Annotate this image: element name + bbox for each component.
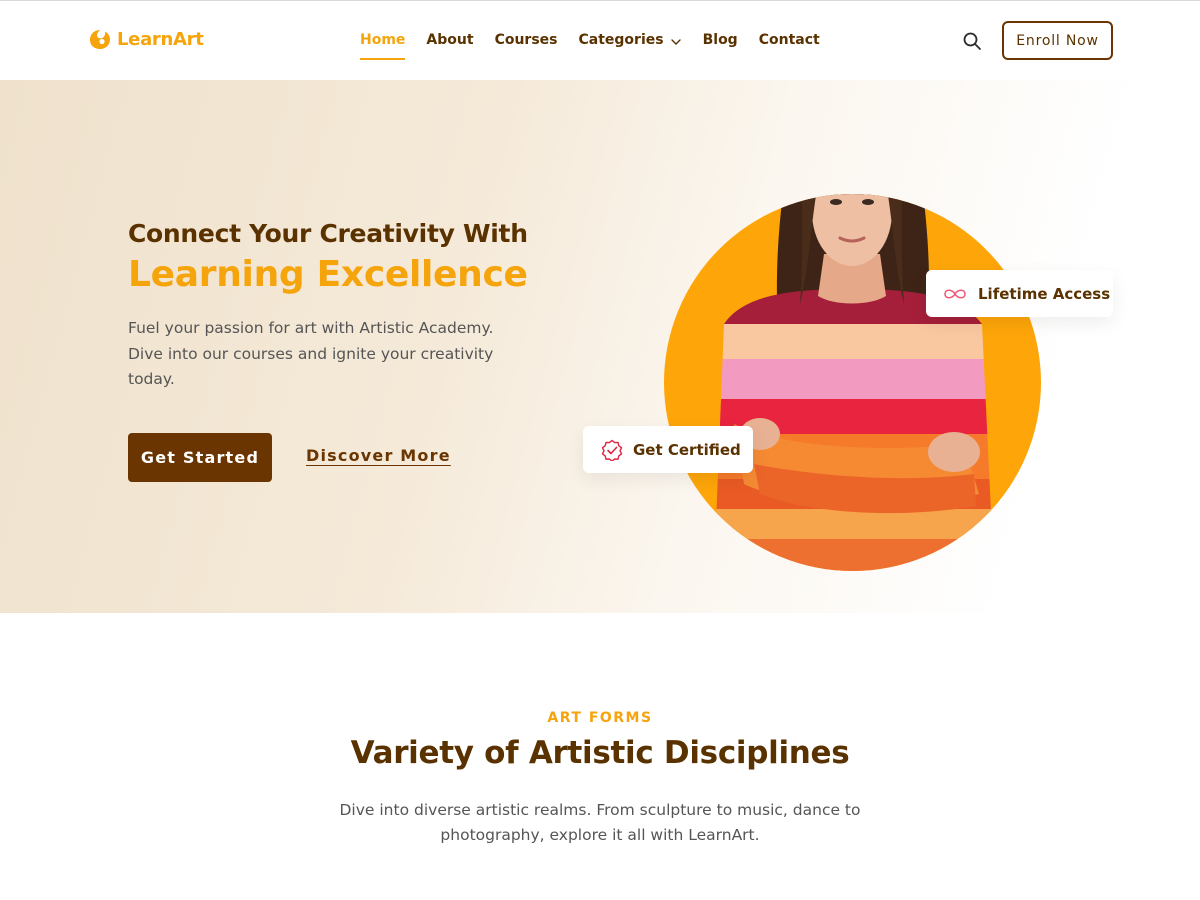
nav-blog[interactable]: Blog (703, 32, 738, 62)
logo[interactable]: LearnArt (88, 27, 204, 51)
certificate-check-icon (601, 439, 623, 461)
art-forms-eyebrow: ART FORMS (547, 710, 653, 726)
lifetime-access-label: Lifetime Access (978, 284, 1111, 303)
logo-text: LearnArt (117, 28, 204, 50)
main-nav: Home About Courses Categories Blog Conta… (360, 32, 841, 62)
nav-contact[interactable]: Contact (759, 32, 820, 62)
search-icon[interactable] (962, 31, 982, 51)
nav-about[interactable]: About (426, 32, 473, 62)
chevron-down-icon (670, 39, 681, 45)
nav-courses[interactable]: Courses (495, 32, 558, 62)
art-forms-description: Dive into diverse artistic realms. From … (339, 801, 861, 844)
discover-more-link[interactable]: Discover More (306, 446, 451, 465)
nav-categories-label: Categories (578, 32, 664, 48)
get-started-button[interactable]: Get Started (128, 433, 272, 482)
enroll-now-button[interactable]: Enroll Now (1002, 21, 1113, 60)
hero-image-circle (664, 194, 1041, 571)
logo-icon (90, 30, 110, 49)
hero-section: Connect Your Creativity With Learning Ex… (0, 80, 1200, 613)
hero-title-line1: Connect Your Creativity With (128, 219, 528, 248)
infinity-icon (944, 288, 966, 299)
get-certified-label: Get Certified (633, 440, 741, 459)
get-certified-badge: Get Certified (583, 426, 753, 473)
student-portrait-image (714, 194, 994, 571)
art-forms-section: ART FORMS Variety of Artistic Discipline… (0, 613, 1200, 900)
lifetime-access-badge: Lifetime Access (926, 270, 1113, 317)
hero-description: Fuel your passion for art with Artistic … (128, 319, 494, 388)
hero-title-line2: Learning Excellence (128, 254, 528, 295)
art-forms-title: Variety of Artistic Disciplines (350, 735, 850, 771)
nav-categories[interactable]: Categories (579, 32, 682, 62)
nav-home[interactable]: Home (360, 32, 406, 62)
site-header: LearnArt Home About Courses Categories B… (0, 0, 1200, 80)
